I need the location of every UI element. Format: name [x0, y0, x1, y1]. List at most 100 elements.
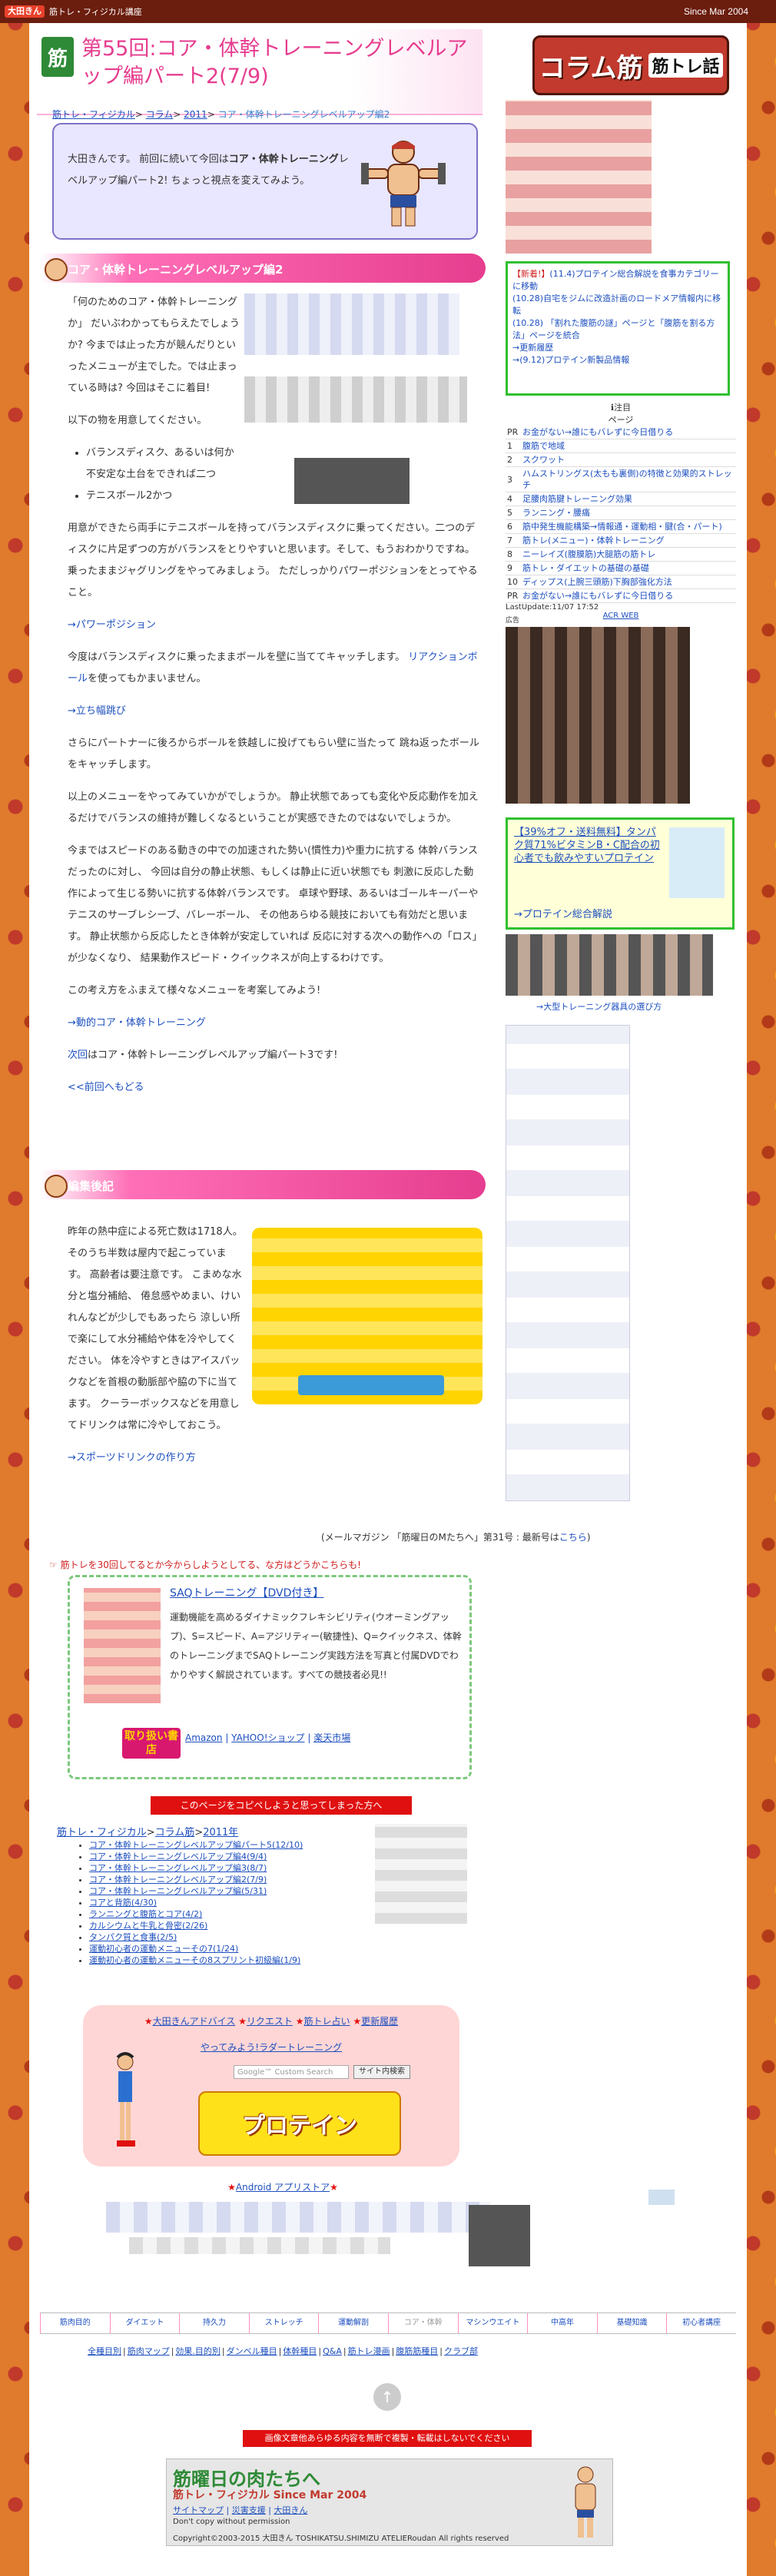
shop-button[interactable]: 取り扱い書店: [122, 1728, 181, 1759]
share-line[interactable]: ☞ 筋トレを30回してるとか今からしようとしてる、な方はどうかこちらも!: [49, 1558, 361, 1571]
panel-link-fortune[interactable]: 筋トレ占い: [304, 2016, 350, 2027]
sub-nav-link[interactable]: 筋肉マップ: [128, 2346, 170, 2356]
breadcrumb-link-home[interactable]: 筋トレ・フィジカル: [52, 109, 135, 120]
nav-tab[interactable]: コア・体幹: [387, 2313, 458, 2333]
nav-tab[interactable]: 初心者講座: [666, 2313, 736, 2333]
link-next[interactable]: 次回: [68, 1049, 88, 1061]
page-title: 第55回:コア・体幹トレーニングレベルアップ編パート2(7/9): [81, 37, 468, 88]
protein-banner-label: プロテイン: [242, 2113, 357, 2140]
sub-nav-link[interactable]: 効果.目的別: [175, 2346, 221, 2356]
series-link[interactable]: カルシウムと牛乳と骨密(2/26): [89, 1921, 207, 1931]
acr-link[interactable]: ACR WEB: [506, 612, 736, 620]
breadcrumb-link-column[interactable]: コラム: [146, 109, 174, 120]
link-previous[interactable]: <<前回へもどる: [68, 1082, 144, 1093]
saq-book-cover[interactable]: [84, 1588, 161, 1703]
android-store-line[interactable]: ★Android アプリストア★: [29, 2180, 536, 2193]
magazine-link[interactable]: こちら: [559, 1532, 587, 1543]
sidebar-tool-image[interactable]: [506, 934, 713, 996]
ranking-number: 4: [506, 492, 521, 506]
news-link[interactable]: (10.28)自宅をジムに改造計画のロードメア情報内に移転: [512, 293, 721, 316]
shop-link-yahoo[interactable]: YAHOO!ショップ: [231, 1732, 304, 1743]
ranking-link[interactable]: お金がない→誰にもバレずに今日借りる: [522, 591, 673, 601]
afterword-image: [252, 1228, 483, 1404]
footer-link-sitemap[interactable]: サイトマップ: [173, 2505, 224, 2515]
series-link[interactable]: 運動初心者の運動メニューその8スプリント初級編(1/9): [89, 1955, 300, 1965]
series-link[interactable]: コア・体幹トレーニングレベルアップ編3(8/7): [89, 1863, 267, 1873]
sub-nav-link[interactable]: 腹筋筋種目: [396, 2346, 438, 2356]
ranking-link[interactable]: ニーレイズ(腹膜筋)大腿筋の筋トレ: [522, 549, 655, 559]
series-link[interactable]: タンパク質と食事(2/5): [89, 1932, 177, 1942]
promo-protein-link[interactable]: →プロテイン総合解説: [514, 906, 612, 920]
nav-tab[interactable]: ストレッチ: [248, 2313, 319, 2333]
series-link[interactable]: 運動初心者の運動メニューその7(1/24): [89, 1944, 238, 1954]
link-power-position[interactable]: →パワーポジション: [68, 619, 156, 631]
ranking-link[interactable]: 腹筋で地域: [522, 441, 565, 451]
series-link[interactable]: コア・体幹トレーニングレベルアップ編2(7/9): [89, 1875, 267, 1885]
series-link[interactable]: コア・体幹トレーニングレベルアップ編パート5(12/10): [89, 1840, 303, 1850]
copy-warning-banner[interactable]: このページをコピペしようと思ってしまった方へ: [151, 1796, 412, 1815]
series-link[interactable]: コアと背筋(4/30): [89, 1898, 157, 1908]
sub-nav-link[interactable]: Q&A: [323, 2346, 342, 2356]
series-link[interactable]: ランニングと腹筋とコア(4/2): [89, 1909, 202, 1919]
footer-link-support[interactable]: 災害支援: [232, 2505, 266, 2515]
site-search-button[interactable]: サイト内検索: [353, 2065, 410, 2079]
sub-nav-link[interactable]: クラブ部: [444, 2346, 478, 2356]
ranking-row: 9 筋トレ・ダイエットの基礎の基礎: [506, 561, 736, 575]
ranking-number: 2: [506, 453, 521, 467]
panel-link-request[interactable]: リクエスト: [247, 2016, 293, 2027]
link-dynamic-core[interactable]: →動的コア・体幹トレーニング: [68, 1017, 206, 1029]
sub-nav-link[interactable]: 体幹種目: [283, 2346, 317, 2356]
star-icon: ★: [330, 2182, 338, 2193]
sub-nav-link[interactable]: 全種目別: [88, 2346, 121, 2356]
nav-tab[interactable]: マシンウエイト: [457, 2313, 528, 2333]
ranking-link[interactable]: ランニング・腰痛: [522, 508, 590, 518]
nav-tab[interactable]: 基礎知識: [596, 2313, 667, 2333]
ranking-link[interactable]: ディップス(上腕三頭筋)下胸部強化方法: [522, 577, 672, 587]
news-link[interactable]: (10.28) 「割れた腹筋の謎」ページと「腹筋を割る方法」ページを統合: [512, 318, 715, 340]
tool-caption-link[interactable]: →大型トレーニング器具の選び方: [536, 1000, 662, 1013]
nav-tab[interactable]: 運動解剖: [318, 2313, 388, 2333]
news-more-link[interactable]: →更新履歴: [512, 343, 553, 353]
ranking-link[interactable]: 足腰肉筋腱トレーニング効果: [522, 494, 632, 504]
site-logo[interactable]: 大田きん 筋トレ・フィジカル講座: [5, 2, 142, 21]
ranking-link[interactable]: 筋トレ・ダイエットの基礎の基礎: [522, 563, 649, 573]
sidebar-product-list[interactable]: [506, 1025, 630, 1501]
series-link[interactable]: コア・体幹トレーニングレベルアップ編(5/31): [89, 1886, 267, 1896]
series-link[interactable]: コア・体幹トレーニングレベルアップ編4(9/4): [89, 1852, 267, 1862]
breadcrumb-link-year[interactable]: 2011: [184, 109, 207, 120]
ranking-link[interactable]: 筋トレ(メニュー)・体幹トレーニング: [522, 535, 665, 545]
shop-links: Amazon | YAHOO!ショップ | 楽天市場: [185, 1732, 351, 1743]
android-store-link[interactable]: Android アプリストア: [236, 2182, 330, 2193]
nav-tab[interactable]: 中高年: [527, 2313, 597, 2333]
nav-tab[interactable]: 持久力: [179, 2313, 249, 2333]
site-search-input[interactable]: Google™ Custom Search: [234, 2065, 349, 2079]
nav-tab[interactable]: ダイエット: [109, 2313, 180, 2333]
nav-tab[interactable]: 筋肉目的: [40, 2313, 110, 2333]
ranking-link[interactable]: スクワット: [522, 455, 565, 465]
saq-title-link[interactable]: SAQトレーニング【DVD付き】: [170, 1585, 323, 1600]
back-to-top-icon[interactable]: ↑: [373, 2383, 401, 2411]
panel-link-history[interactable]: 更新履歴: [361, 2016, 398, 2027]
series-crumb-home[interactable]: 筋トレ・フィジカル: [57, 1827, 147, 1838]
sidebar-banner-1[interactable]: [506, 100, 652, 254]
column-logo[interactable]: コラム筋 筋トレ話: [532, 31, 732, 97]
shop-link-rakuten[interactable]: 楽天市場: [313, 1732, 350, 1743]
link-sports-drink[interactable]: →スポーツドリンクの作り方: [68, 1452, 196, 1464]
series-crumb-year[interactable]: 2011年: [203, 1827, 238, 1838]
ranking-number: PR: [506, 588, 521, 603]
news-last-link[interactable]: →(9.12)プロテイン新製品情報: [512, 355, 629, 365]
ranking-link[interactable]: 筋中発生機能構築→情報通・運動相・腱(合・パート): [522, 522, 722, 532]
sidebar-ad-image[interactable]: [506, 627, 690, 804]
ranking-link[interactable]: ハムストリングス(太もも裏側)の特徴と効果的ストレッチ: [522, 469, 732, 490]
sub-nav-link[interactable]: ダンベル種目: [227, 2346, 277, 2356]
sub-nav-link[interactable]: 筋トレ漫画: [348, 2346, 390, 2356]
footer-link-author[interactable]: 大田きん: [274, 2505, 307, 2515]
link-standing-jump[interactable]: →立ち幅跳び: [68, 705, 126, 717]
breadcrumb-current: コア・体幹トレーニングレベルアップ編2: [217, 109, 390, 120]
ranking-link[interactable]: お金がない→誰にもバレずに今日借りる: [522, 427, 673, 437]
protein-banner[interactable]: プロテイン: [198, 2091, 401, 2156]
panel-link-advice[interactable]: 大田きんアドバイス: [153, 2016, 236, 2027]
series-crumb-column[interactable]: コラム筋: [155, 1827, 195, 1838]
promo-text-link[interactable]: 【39%オフ・送料無料】タンパク質71%ビタミンB・C配合の初心者でも飲みやすい…: [514, 826, 660, 865]
shop-link-amazon[interactable]: Amazon: [185, 1732, 223, 1743]
